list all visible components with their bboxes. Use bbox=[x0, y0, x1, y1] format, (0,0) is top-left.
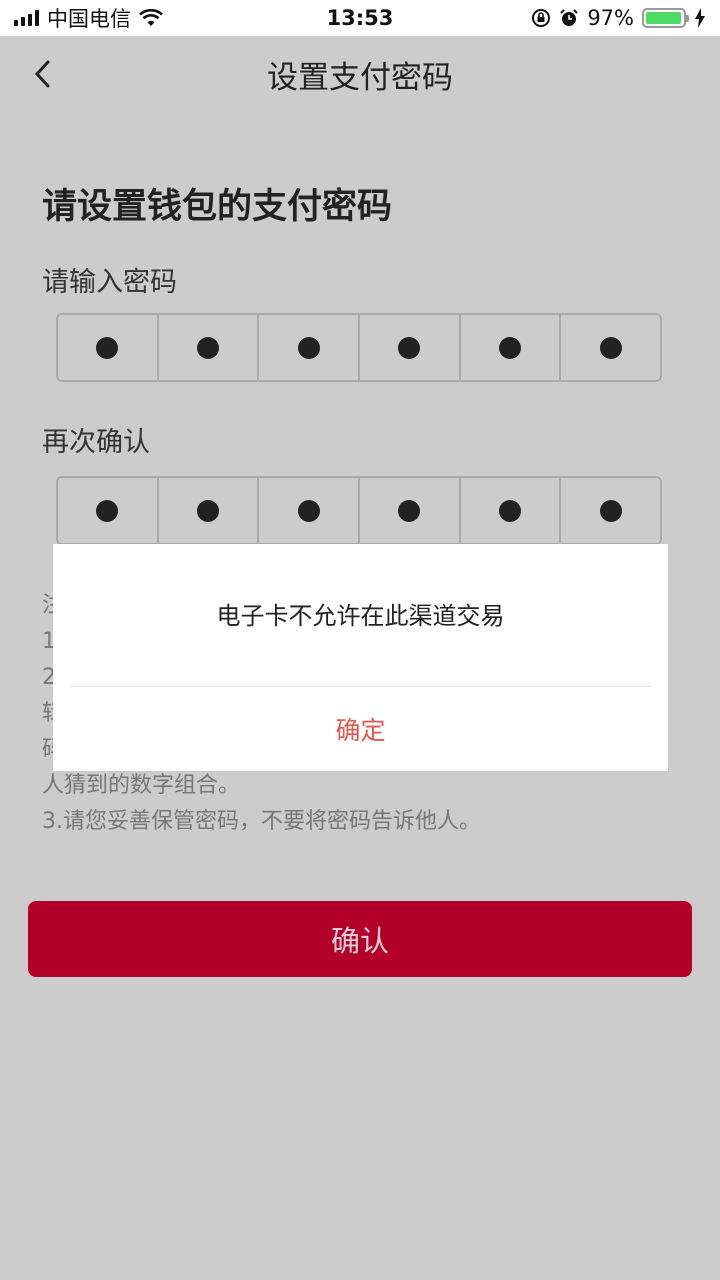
alert-dialog: 电子卡不允许在此渠道交易 确定 bbox=[53, 544, 668, 771]
pin-dot bbox=[599, 499, 622, 522]
status-time: 13:53 bbox=[326, 6, 394, 30]
pin-cell bbox=[159, 478, 260, 543]
status-left: 中国电信 bbox=[14, 3, 274, 33]
password-label: 请输入密码 bbox=[42, 267, 177, 298]
status-right: 97% bbox=[446, 6, 706, 30]
pin-dot bbox=[398, 499, 421, 522]
chevron-left-icon bbox=[34, 60, 50, 88]
dialog-message: 电子卡不允许在此渠道交易 bbox=[216, 602, 505, 630]
pin-cell bbox=[259, 478, 361, 543]
pin-dot bbox=[499, 499, 522, 522]
pin-dot bbox=[297, 336, 320, 359]
confirm-password-label: 再次确认 bbox=[42, 427, 150, 458]
pin-cell bbox=[58, 478, 159, 543]
pin-dot bbox=[96, 499, 119, 522]
pin-cell bbox=[58, 315, 159, 380]
battery-fill bbox=[646, 12, 681, 24]
password-pin-input[interactable] bbox=[56, 313, 662, 382]
pin-dot bbox=[197, 499, 219, 522]
pin-dot bbox=[96, 336, 119, 359]
back-button[interactable] bbox=[22, 52, 62, 96]
pin-cell bbox=[259, 315, 361, 380]
battery-percent: 97% bbox=[587, 6, 634, 30]
pin-cell bbox=[159, 315, 260, 380]
carrier-label: 中国电信 bbox=[47, 7, 131, 31]
rotation-lock-icon bbox=[532, 9, 551, 27]
dialog-ok-button[interactable]: 确定 bbox=[53, 687, 668, 771]
pin-dot bbox=[398, 336, 421, 359]
pin-cell bbox=[360, 478, 461, 543]
pin-cell bbox=[360, 315, 461, 380]
status-bar: 中国电信 13:53 97% bbox=[0, 0, 720, 36]
alarm-icon bbox=[560, 9, 579, 26]
pin-dot bbox=[297, 499, 320, 522]
confirm-pin-input[interactable] bbox=[56, 476, 662, 545]
pin-cell bbox=[561, 315, 660, 380]
pin-cell bbox=[461, 315, 562, 380]
tip-line: 人猜到的数字组合。 bbox=[42, 773, 241, 798]
pin-dot bbox=[197, 336, 219, 359]
nav-bar: 设置支付密码 bbox=[0, 36, 720, 112]
signal-icon bbox=[14, 10, 39, 26]
battery-icon bbox=[642, 8, 689, 28]
page-title: 设置支付密码 bbox=[267, 59, 453, 96]
tip-line: 3.请您妥善保管密码，不要将密码告诉他人。 bbox=[42, 809, 481, 834]
pin-dot bbox=[499, 336, 522, 359]
pin-cell bbox=[461, 478, 562, 543]
pin-cell bbox=[561, 478, 660, 543]
form-heading: 请设置钱包的支付密码 bbox=[42, 187, 393, 227]
pin-dot bbox=[599, 336, 622, 359]
confirm-button[interactable]: 确认 bbox=[28, 901, 692, 977]
charging-icon bbox=[695, 8, 705, 28]
wifi-icon bbox=[139, 9, 163, 26]
